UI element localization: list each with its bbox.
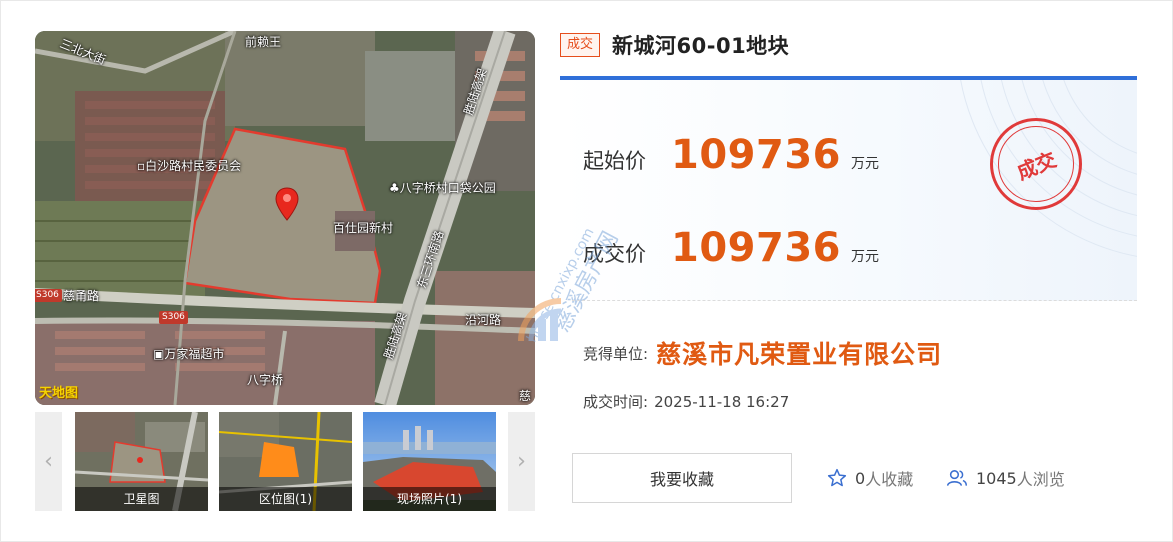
deal-time-row: 成交时间: 2025-11-18 16:27	[583, 391, 789, 412]
divider	[572, 300, 1137, 301]
deal-price-label: 成交价	[583, 242, 646, 266]
map-label-cier-road: 慈甬路	[63, 289, 100, 303]
map-label-ci: 慈	[519, 389, 532, 403]
deal-time-value: 2025-11-18 16:27	[654, 392, 790, 411]
thumbnail-strip: ‹ 卫星图 区位图(1) 现场照片(1) ›	[35, 412, 535, 511]
map-label-village-committee: ▫白沙路村民委员会	[137, 159, 242, 173]
thumb-site-photo[interactable]: 现场照片(1)	[363, 412, 496, 511]
favorite-count[interactable]: 0 人收藏	[827, 466, 913, 490]
users-icon	[946, 470, 968, 486]
thumb-location[interactable]: 区位图(1)	[219, 412, 352, 511]
view-count-unit: 人浏览	[1016, 470, 1065, 489]
page-title: 新城河60-01地块	[612, 34, 790, 58]
winner-value: 慈溪市凡荣置业有限公司	[656, 340, 943, 369]
road-badge-s306-center: S306	[159, 311, 188, 324]
deal-price-row: 成交价 109736 万元	[583, 225, 879, 271]
add-favorite-button[interactable]: 我要收藏	[572, 453, 792, 503]
land-detail-card: 前赖王 三北大街 ▫白沙路村民委员会 ♣八字桥村口袋公园 百仕园新村 胜陆高架 …	[0, 0, 1173, 542]
thumb-satellite[interactable]: 卫星图	[75, 412, 208, 511]
thumb-caption-location: 区位图(1)	[219, 487, 352, 511]
deal-stamp: 成交	[990, 118, 1082, 210]
start-price-label: 起始价	[583, 149, 646, 173]
deal-price-value: 109736	[671, 225, 841, 271]
satellite-map[interactable]: 前赖王 三北大街 ▫白沙路村民委员会 ♣八字桥村口袋公园 百仕园新村 胜陆高架 …	[35, 31, 535, 405]
deal-stamp-text: 成交	[1013, 146, 1060, 185]
winner-row: 竞得单位: 慈溪市凡荣置业有限公司	[583, 335, 942, 371]
thumb-caption-site-photo: 现场照片(1)	[363, 487, 496, 511]
map-label-park: ♣八字桥村口袋公园	[389, 181, 496, 195]
deal-price-unit: 万元	[851, 249, 879, 265]
favorite-count-value: 0	[855, 468, 866, 488]
deal-stamp-inner: 成交	[998, 126, 1074, 202]
thumb-caption-satellite: 卫星图	[75, 487, 208, 511]
map-label-qianlaiwang: 前赖王	[245, 35, 282, 49]
map-label-new-village: 百仕园新村	[333, 221, 394, 235]
deal-time-label: 成交时间:	[583, 393, 649, 411]
map-label-bazi-bridge: 八字桥	[247, 373, 284, 387]
prev-arrow-icon[interactable]: ‹	[35, 412, 62, 511]
view-count: 1045 人浏览	[946, 466, 1065, 490]
map-label-market: ▣万家福超市	[153, 347, 225, 361]
location-pin-icon[interactable]	[275, 187, 299, 221]
view-count-value: 1045	[976, 468, 1017, 488]
tianditu-logo: 天地图	[39, 386, 79, 401]
start-price-unit: 万元	[851, 156, 879, 172]
favorite-count-unit: 人收藏	[865, 470, 914, 489]
status-badge: 成交	[560, 33, 601, 57]
map-label-yanhe-road: 沿河路	[465, 313, 502, 327]
star-icon	[827, 468, 847, 487]
title-row: 成交 新城河60-01地块	[560, 30, 789, 60]
price-panel: 起始价 109736 万元 成交 成交价 109736 万元	[560, 76, 1137, 301]
next-arrow-icon[interactable]: ›	[508, 412, 535, 511]
start-price-row: 起始价 109736 万元	[583, 132, 879, 178]
winner-label: 竞得单位:	[583, 344, 649, 363]
road-badge-s306-left: S306	[35, 289, 62, 302]
start-price-value: 109736	[671, 132, 841, 178]
